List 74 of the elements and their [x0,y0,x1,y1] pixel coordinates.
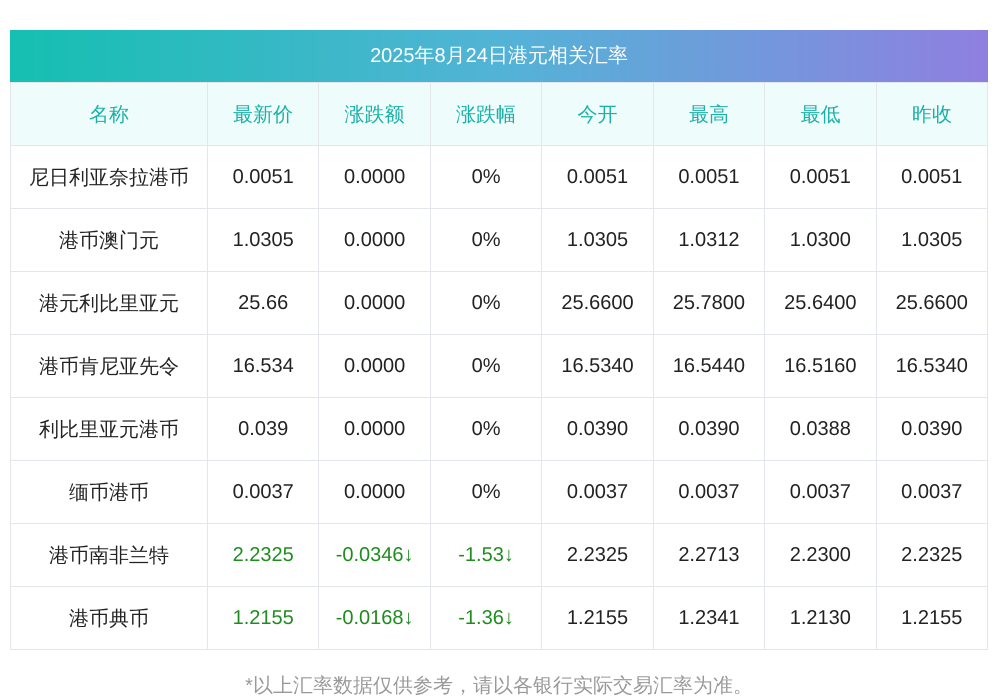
table-cell: 16.5160 [764,334,876,398]
table-cell: 0% [430,398,542,460]
table-cell: 0.0000 [318,146,430,208]
table-cell: 0.0390 [542,398,654,460]
table-cell: 1.2155 [208,586,319,650]
column-header: 最低 [764,82,876,146]
table-cell: -1.53↓ [430,524,542,586]
table-cell: -0.0168↓ [318,586,430,650]
table-cell: 0% [430,208,542,272]
table-cell: 0.0000 [318,272,430,334]
table-cell: 港币澳门元 [10,208,208,272]
table-cell: 0.0051 [764,146,876,208]
column-header: 涨跌幅 [430,82,542,146]
table-cell: 16.534 [208,334,319,398]
table-cell: 1.2341 [653,586,765,650]
table-cell: 16.5440 [653,334,765,398]
table-cell: 1.2130 [764,586,876,650]
table-title: 2025年8月24日港元相关汇率 [10,30,988,82]
table-cell: 25.66 [208,272,319,334]
table-cell: 2.2300 [764,524,876,586]
table-cell: 港币南非兰特 [10,524,208,586]
table-cell: 港币肯尼亚先令 [10,334,208,398]
table-cell: 25.6400 [764,272,876,334]
table-cell: 2.2325 [876,524,988,586]
disclaimer-note: *以上汇率数据仅供参考，请以各银行实际交易汇率为准。 [244,674,754,698]
table-cell: 16.5340 [542,334,654,398]
table-cell: 1.0305 [208,208,319,272]
table-cell: 1.0300 [764,208,876,272]
column-header: 最高 [653,82,765,146]
table-cell: 0.039 [208,398,319,460]
table-cell: 1.0312 [653,208,765,272]
table-cell: 25.6600 [542,272,654,334]
table-cell: 港元利比里亚元 [10,272,208,334]
table-cell: 25.7800 [653,272,765,334]
table-cell: 0.0037 [208,460,319,524]
table-cell: 0.0390 [876,398,988,460]
table-cell: 港币典币 [10,586,208,650]
table-cell: 缅币港币 [10,460,208,524]
column-header: 名称 [10,82,208,146]
column-header: 昨收 [876,82,988,146]
table-cell: 0.0388 [764,398,876,460]
table-cell: 0.0037 [653,460,765,524]
table-cell: 尼日利亚奈拉港币 [10,146,208,208]
table-cell: 1.0305 [876,208,988,272]
table-cell: 0% [430,272,542,334]
table-cell: 16.5340 [876,334,988,398]
table-cell: 0.0000 [318,398,430,460]
table-cell: -0.0346↓ [318,524,430,586]
column-header: 今开 [542,82,654,146]
table-cell: 0.0390 [653,398,765,460]
table-cell: -1.36↓ [430,586,542,650]
table-cell: 0% [430,460,542,524]
table-cell: 25.6600 [876,272,988,334]
table-cell: 2.2325 [542,524,654,586]
table-cell: 0% [430,146,542,208]
table-cell: 0.0037 [542,460,654,524]
column-header: 最新价 [208,82,319,146]
table-cell: 1.2155 [876,586,988,650]
table-cell: 0.0051 [208,146,319,208]
table-cell: 0.0000 [318,334,430,398]
column-header: 涨跌额 [318,82,430,146]
table-cell: 2.2713 [653,524,765,586]
table-cell: 0.0000 [318,208,430,272]
table-cell: 0.0051 [542,146,654,208]
table-cell: 利比里亚元港币 [10,398,208,460]
table-cell: 1.2155 [542,586,654,650]
table-cell: 1.0305 [542,208,654,272]
table-cell: 0.0051 [653,146,765,208]
table-cell: 0.0037 [764,460,876,524]
table-cell: 0.0037 [876,460,988,524]
table-cell: 0% [430,334,542,398]
table-cell: 0.0000 [318,460,430,524]
table-cell: 0.0051 [876,146,988,208]
table-cell: 2.2325 [208,524,319,586]
